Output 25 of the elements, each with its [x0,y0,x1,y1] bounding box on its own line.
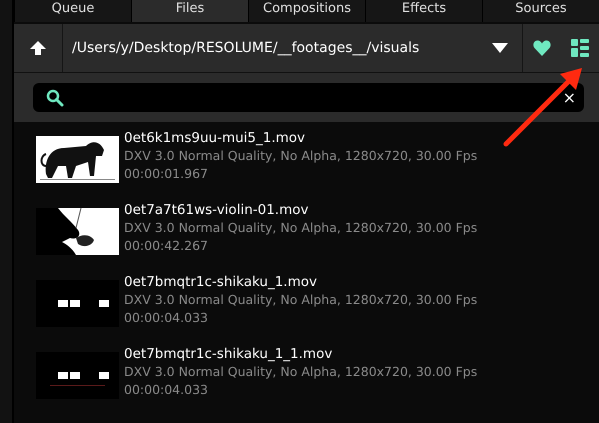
tab[interactable]: Effects [365,0,482,22]
search-icon [46,88,64,106]
file-info: DXV 3.0 Normal Quality, No Alpha, 1280x720, 30.00 Fps [124,219,478,237]
file-name: 0et7a7t61ws-violin-01.mov [124,202,310,219]
file-info: DXV 3.0 Normal Quality, No Alpha, 1280x720, 30.00 Fps [124,291,478,309]
file-info: DXV 3.0 Normal Quality, No Alpha, 1280x720, 30.00 Fps [124,147,478,165]
grid-list-icon [571,39,589,57]
search-field[interactable]: × [33,83,584,112]
heart-icon [533,40,551,56]
caret-icon [492,43,508,53]
file-duration: 00:00:04.033 [124,309,209,327]
file-name: 0et6k1ms9uu-mui5_1.mov [124,130,306,147]
tab[interactable]: Files [131,0,248,22]
file-name: 0et7bmqtr1c-shikaku_1_1.mov [124,346,334,363]
path-text: /Users/y/Desktop/RESOLUME/__footages__/visuals [72,40,420,56]
clear-button[interactable]: × [562,90,576,106]
tab[interactable]: Queue [14,0,131,22]
file-duration: 00:00:04.033 [124,381,209,399]
file-duration: 00:00:42.267 [124,237,209,255]
file-duration: 00:00:01.967 [124,165,209,183]
tab[interactable]: Compositions [248,0,365,22]
tab[interactable]: Sources [482,0,599,22]
file-info: DXV 3.0 Normal Quality, No Alpha, 1280x720, 30.00 Fps [124,363,478,381]
up-arrow-icon [29,39,47,57]
file-name: 0et7bmqtr1c-shikaku_1.mov [124,274,318,291]
